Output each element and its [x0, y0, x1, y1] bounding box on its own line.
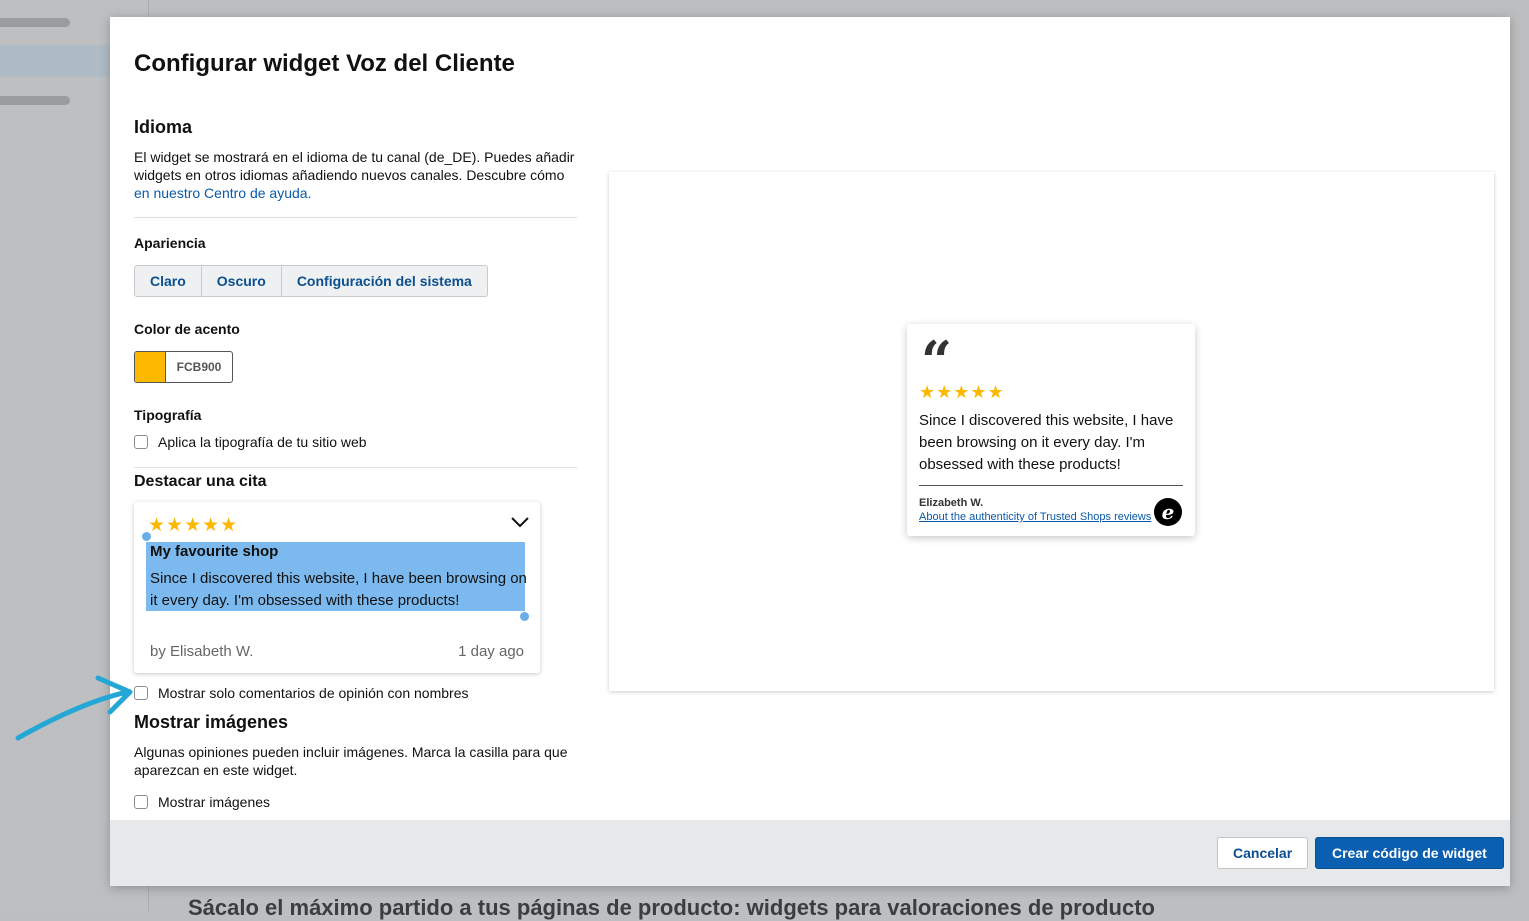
quote-body: Since I discovered this website, I have …: [150, 570, 527, 609]
cancel-button[interactable]: Cancelar: [1217, 837, 1309, 869]
appearance-segmented-control: Claro Oscuro Configuración del sistema: [134, 265, 488, 297]
preview-rating-stars: ★★★★★: [919, 382, 1005, 402]
quote-rating-stars: ★★★★★: [148, 515, 239, 536]
show-images-description: Algunas opiniones pueden incluir imágene…: [134, 744, 568, 778]
website-font-checkbox[interactable]: [134, 435, 148, 449]
preview-review-text: Since I discovered this website, I have …: [919, 412, 1174, 473]
dialog-title: Configurar widget Voz del Cliente: [134, 50, 515, 77]
divider: [134, 467, 577, 468]
preview-divider: [919, 485, 1183, 486]
dialog-footer: Cancelar Crear código de widget: [110, 820, 1510, 886]
show-images-checkbox[interactable]: [134, 795, 148, 809]
highlight-quote-heading: Destacar una cita: [134, 473, 267, 490]
show-images-heading: Mostrar imágenes: [134, 712, 289, 732]
preview-review-card: “ ★★★★★ Since I discovered this website,…: [907, 324, 1195, 536]
quote-author: by Elisabeth W.: [150, 643, 254, 660]
quote-title: My favourite shop: [150, 543, 279, 560]
website-font-option[interactable]: Aplica la tipografía de tu sitio web: [134, 434, 367, 450]
sidebar-placeholder-bar: [0, 96, 70, 105]
background-heading: Sácalo el máximo partido a tus páginas d…: [188, 895, 1155, 920]
show-images-label: Mostrar imágenes: [158, 794, 271, 810]
selection-end-handle[interactable]: [520, 612, 529, 621]
configure-widget-dialog: Configurar widget Voz del Cliente Idioma…: [110, 17, 1510, 886]
appearance-dark-button[interactable]: Oscuro: [201, 266, 282, 296]
idioma-description: El widget se mostrará en el idioma de tu…: [134, 149, 575, 201]
quote-mark-icon: “: [921, 329, 953, 393]
widget-preview-panel: “ ★★★★★ Since I discovered this website,…: [609, 172, 1494, 691]
named-reviews-option[interactable]: Mostrar solo comentarios de opinión con …: [134, 685, 469, 701]
appearance-system-button[interactable]: Configuración del sistema: [281, 266, 487, 296]
quote-time: 1 day ago: [458, 643, 524, 660]
accent-color-hex[interactable]: FCB900: [165, 352, 232, 382]
accent-color-swatch[interactable]: [135, 352, 165, 382]
sidebar-placeholder-bar: [0, 18, 70, 27]
named-reviews-label: Mostrar solo comentarios de opinión con …: [158, 685, 469, 701]
accent-color-field[interactable]: FCB900: [134, 351, 233, 383]
idioma-heading: Idioma: [134, 117, 193, 137]
accent-color-heading: Color de acento: [134, 321, 240, 337]
authenticity-link[interactable]: About the authenticity of Trusted Shops …: [919, 511, 1151, 523]
show-images-option[interactable]: Mostrar imágenes: [134, 794, 270, 810]
divider: [134, 217, 577, 218]
selection-start-handle[interactable]: [142, 532, 151, 541]
website-font-label: Aplica la tipografía de tu sitio web: [158, 434, 367, 450]
appearance-light-button[interactable]: Claro: [135, 266, 202, 296]
preview-reviewer-name: Elizabeth W.: [919, 497, 984, 509]
create-widget-code-button[interactable]: Crear código de widget: [1315, 837, 1504, 869]
quote-selector[interactable]: ★★★★★ My favourite shop Since I discover…: [134, 502, 540, 673]
tipografia-heading: Tipografía: [134, 407, 202, 423]
apariencia-heading: Apariencia: [134, 235, 206, 251]
annotation-arrow-icon: [15, 675, 133, 741]
trusted-shops-logo-icon: e: [1154, 498, 1182, 526]
chevron-down-icon[interactable]: [510, 516, 530, 528]
help-center-link[interactable]: en nuestro Centro de ayuda.: [134, 185, 311, 201]
